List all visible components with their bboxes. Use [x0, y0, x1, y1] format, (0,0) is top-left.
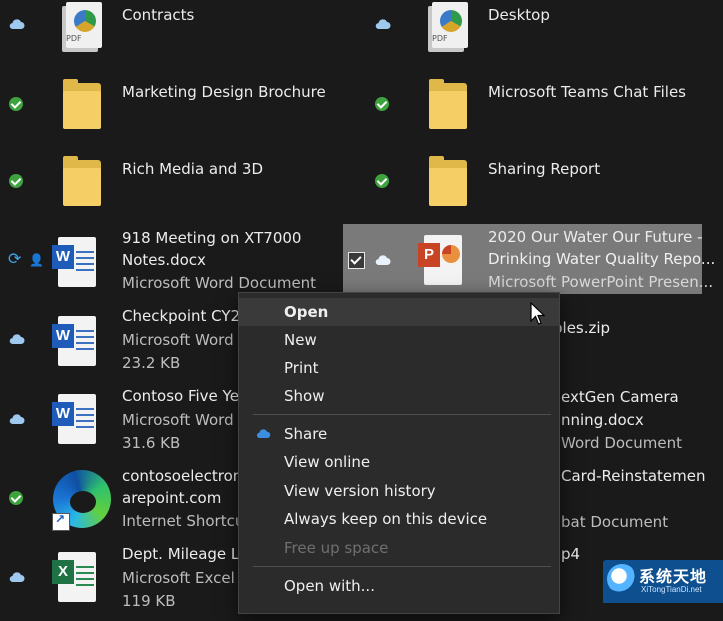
- synced-status-icon: [366, 154, 396, 194]
- onedrive-cloud-icon: [256, 429, 271, 438]
- menu-separator: [253, 566, 551, 567]
- file-name: Microsoft Teams Chat Files: [488, 83, 686, 101]
- file-item-contracts[interactable]: PDF Contracts: [0, 0, 340, 75]
- watermark-subtitle: XiTongTianDi.net: [641, 585, 702, 594]
- menu-item-always-keep[interactable]: Always keep on this device: [239, 505, 559, 533]
- file-name: 2020 Our Water Our Future -: [488, 228, 703, 246]
- cloud-status-icon: [375, 255, 391, 265]
- menu-item-view-online[interactable]: View online: [239, 448, 559, 476]
- file-item-contoso-five-year[interactable]: W Contoso Five Year Microsoft Word D 31.…: [0, 387, 254, 463]
- shortcut-arrow-icon: [52, 512, 70, 531]
- file-name: Sharing Report: [488, 160, 601, 178]
- synced-status-icon: [0, 467, 30, 507]
- file-type: Microsoft Excel W: [122, 569, 255, 587]
- menu-item-open-with[interactable]: Open with...: [239, 572, 559, 600]
- menu-item-print[interactable]: Print: [239, 354, 559, 382]
- synced-status-icon: [0, 77, 30, 117]
- file-name: Rich Media and 3D: [122, 160, 264, 178]
- partial-file-name-line2: nning.docx: [561, 411, 644, 429]
- cloud-status-icon: [366, 0, 396, 40]
- file-name-line2: Notes.docx: [122, 251, 206, 269]
- partial-file-name[interactable]: ples.zip: [553, 317, 610, 340]
- context-menu: Open New Print Show Share View online Vi…: [238, 292, 560, 614]
- cloud-status-icon: [0, 0, 30, 40]
- menu-item-open[interactable]: Open: [239, 298, 559, 326]
- menu-item-free-up-space: Free up space: [284, 539, 389, 557]
- cloud-status-icon: [0, 546, 30, 586]
- pdf-stack-icon: PDF: [422, 0, 480, 60]
- word-doc-icon: W: [52, 314, 110, 374]
- partial-file-name[interactable]: extGen Camera: [561, 386, 679, 409]
- file-item-2020-water-report[interactable]: P 2020 Our Water Our Future - Drinking W…: [343, 224, 715, 294]
- edge-shortcut-icon: [52, 469, 111, 531]
- file-name: contosoelectronic: [122, 467, 255, 485]
- file-type: Microsoft Word D: [122, 331, 250, 349]
- file-name: Dept. Mileage Lo: [122, 545, 249, 563]
- file-name-line2: arepoint.com: [122, 489, 222, 507]
- mouse-cursor-icon: [530, 302, 546, 325]
- selection-checkbox[interactable]: [348, 252, 365, 269]
- file-size: 119 KB: [122, 592, 176, 610]
- syncing-status-icon: ⟳: [8, 249, 22, 268]
- menu-item-share[interactable]: Share: [239, 420, 559, 448]
- folder-icon: [418, 77, 476, 137]
- word-doc-icon: W: [52, 235, 110, 295]
- file-item-checkpoint-cy20[interactable]: W Checkpoint CY20 Microsoft Word D 23.2 …: [0, 307, 250, 383]
- file-name: Contracts: [122, 6, 195, 24]
- file-name: Contoso Five Year: [122, 387, 255, 405]
- pdf-stack-icon: PDF: [56, 0, 114, 60]
- watermark-logo-icon: [607, 564, 637, 594]
- synced-status-icon: [0, 154, 30, 194]
- cloud-status-icon: [0, 308, 30, 348]
- file-name: 918 Meeting on XT7000: [122, 229, 302, 247]
- partial-file-type: bat Document: [561, 513, 669, 531]
- excel-doc-icon: X: [52, 550, 110, 610]
- file-name: Marketing Design Brochure: [122, 83, 326, 101]
- file-item-teams-chat-files[interactable]: Microsoft Teams Chat Files: [366, 77, 723, 152]
- file-item-sharing-report[interactable]: Sharing Report: [366, 154, 723, 229]
- file-type: Internet Shortcut: [122, 512, 251, 530]
- file-name-line2: Drinking Water Quality Repo...: [488, 250, 716, 268]
- folder-icon: [418, 154, 476, 214]
- folder-icon: [52, 77, 110, 137]
- menu-item-show[interactable]: Show: [239, 382, 559, 410]
- file-name: Checkpoint CY20: [122, 307, 250, 325]
- partial-file-name[interactable]: p4: [561, 543, 580, 566]
- menu-item-new[interactable]: New: [239, 326, 559, 354]
- file-item-marketing-design-brochure[interactable]: Marketing Design Brochure: [0, 77, 340, 152]
- folder-icon: [52, 154, 110, 214]
- cloud-status-icon: [0, 388, 30, 428]
- menu-separator: [253, 414, 551, 415]
- partial-file-name[interactable]: Card-Reinstatemen: [561, 465, 706, 488]
- file-size: 23.2 KB: [122, 354, 181, 372]
- menu-item-view-version-history[interactable]: View version history: [239, 477, 559, 505]
- file-name: Desktop: [488, 6, 550, 24]
- file-item-rich-media-and-3d[interactable]: Rich Media and 3D: [0, 154, 340, 229]
- file-item-desktop[interactable]: PDF Desktop: [366, 0, 723, 75]
- file-size: 31.6 KB: [122, 434, 181, 452]
- partial-file-type: Word Document: [561, 434, 683, 452]
- shared-person-icon: 👤: [29, 253, 44, 267]
- file-type: Microsoft Word D: [122, 411, 250, 429]
- powerpoint-doc-icon: P: [418, 233, 476, 293]
- synced-status-icon: [366, 77, 396, 117]
- site-watermark: 系统天地 XiTongTianDi.net: [603, 560, 723, 603]
- word-doc-icon: W: [52, 392, 110, 452]
- watermark-title: 系统天地: [639, 567, 708, 586]
- file-item-contoso-shortcut[interactable]: contosoelectronic arepoint.com Internet …: [0, 467, 255, 542]
- file-item-dept-mileage-log[interactable]: X Dept. Mileage Lo Microsoft Excel W 119…: [0, 545, 254, 621]
- file-type: Microsoft PowerPoint Presen...: [488, 273, 714, 291]
